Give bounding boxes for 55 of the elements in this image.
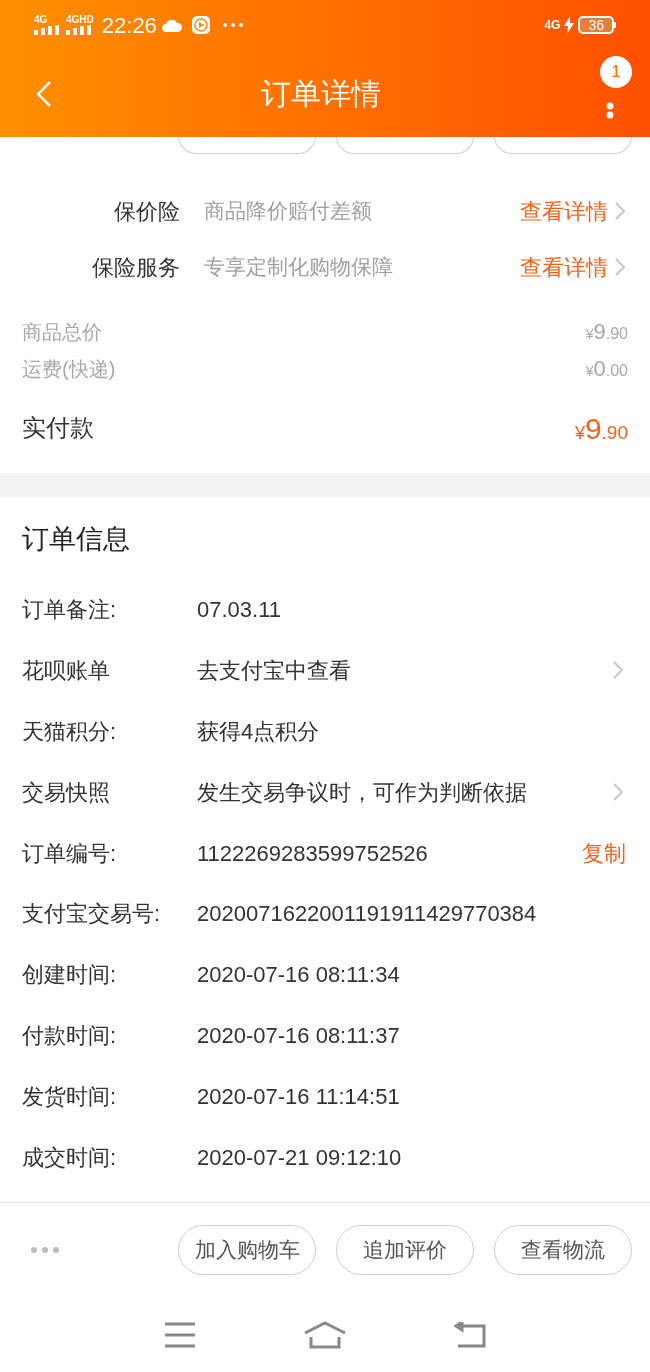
network-label: 4G <box>544 17 561 34</box>
page-title: 订单详情 <box>260 76 382 112</box>
cloud-icon <box>160 17 183 33</box>
info-label: 支付宝交易号: <box>22 900 162 929</box>
info-value: 2020-07-16 08:11:37 <box>197 1022 401 1051</box>
play-icon <box>190 15 211 35</box>
signal-icon <box>66 25 92 35</box>
service-description: 商品降价赔付差额 <box>204 198 373 225</box>
back-icon[interactable] <box>454 1321 487 1348</box>
service-label: 保险服务 <box>91 253 180 282</box>
action-button[interactable]: 追加评价 <box>336 1225 474 1275</box>
info-value: 2020-07-16 08:11:34 <box>197 961 401 990</box>
info-label: 订单备注: <box>22 595 118 624</box>
price-label: 运费(快递) <box>22 356 116 382</box>
status-time: 22:26 <box>101 11 157 40</box>
network-label: 4GHD <box>66 15 94 25</box>
info-label: 付款时间: <box>22 1022 118 1051</box>
info-value: 去支付宝中查看 <box>197 656 352 685</box>
network-label: 4G <box>34 15 48 25</box>
price: ¥0.00 <box>585 355 628 383</box>
chevron-right-icon <box>612 782 624 803</box>
section-title: 订单信息 <box>22 522 131 556</box>
chevron-right-icon <box>614 257 626 277</box>
battery-level: 36 <box>578 16 614 34</box>
charging-icon <box>564 16 575 34</box>
signal-icon <box>34 25 60 35</box>
service-description: 专享定制化购物保障 <box>204 254 394 281</box>
info-value: 07.03.11 <box>197 595 282 624</box>
info-value: 1122269283599752526 <box>197 839 429 868</box>
info-value: 2020-07-16 11:14:51 <box>197 1083 401 1112</box>
info-value: 2020-07-21 09:12:10 <box>197 1143 403 1172</box>
price: ¥9.90 <box>585 318 628 346</box>
info-label: 订单编号: <box>22 839 118 868</box>
chevron-right-icon <box>612 660 624 681</box>
menu-icon[interactable] <box>163 1321 196 1348</box>
info-label: 创建时间: <box>22 961 118 990</box>
info-label: 成交时间: <box>22 1143 118 1172</box>
more-icon <box>222 23 243 27</box>
price: ¥9.90 <box>574 410 628 447</box>
service-label: 保价险 <box>113 197 180 226</box>
action-button[interactable]: 查看物流 <box>494 1225 632 1275</box>
info-label: 发货时间: <box>22 1083 118 1112</box>
info-label: 天猫积分: <box>22 717 118 746</box>
price-label: 商品总价 <box>22 319 102 345</box>
notification-badge: 1 <box>600 56 632 88</box>
info-label: 花呗账单 <box>22 656 111 685</box>
info-value: 2020071622001191911429770384 <box>197 900 538 929</box>
price-label: 实付款 <box>22 413 94 443</box>
action-button[interactable]: 加入购物车 <box>178 1225 316 1275</box>
info-label: 交易快照 <box>22 778 111 807</box>
info-value: 发生交易争议时，可作为判断依据 <box>197 778 528 807</box>
info-value: 获得4点积分 <box>197 717 321 746</box>
more-icon[interactable] <box>30 1246 60 1254</box>
chevron-right-icon <box>614 201 626 221</box>
home-icon[interactable] <box>303 1320 347 1349</box>
